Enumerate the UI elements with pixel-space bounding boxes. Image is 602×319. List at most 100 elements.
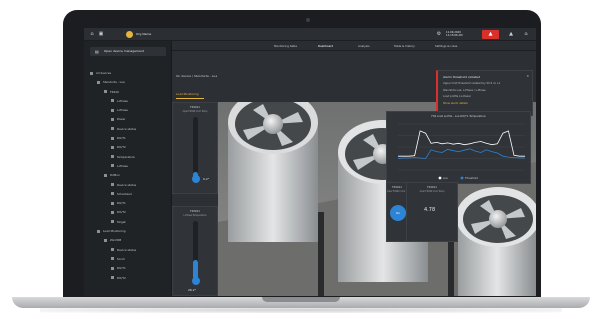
value-card[interactable]: F49401 Oper.F4940 Cool Temp 4.78 (406, 182, 458, 242)
folder-icon: ▤ (95, 49, 99, 54)
sensor-icon (111, 164, 114, 168)
value-readout: 4.78 (424, 207, 436, 213)
sidebar-item[interactable]: Load Monitoring (84, 227, 172, 236)
tab-bar: Monitoring table Dashboard Analysis Table &… (172, 41, 536, 51)
sidebar-item[interactable]: L-Phase (84, 162, 172, 171)
sidebar-item[interactable]: D2Mon (84, 171, 172, 180)
alarm-title: Alarm threshold violated (443, 75, 480, 79)
sidebar-item[interactable]: Temperature (84, 153, 172, 162)
sidebar-item-label: Target (117, 219, 126, 224)
legend-marker (460, 176, 464, 180)
folder-icon (104, 238, 107, 242)
sidebar-item-label: F4940 (110, 89, 119, 94)
sensor-icon (111, 266, 114, 270)
card-subtitle: Oper.F4940 Cool Temp (182, 110, 208, 113)
laptop-notch (262, 297, 340, 302)
legend-label[interactable]: Lua (443, 176, 448, 180)
tab-1[interactable]: Dashboard (318, 41, 333, 51)
sidebar-item[interactable]: DO/T2 (84, 143, 172, 152)
alarm-popup[interactable]: Alarm threshold violated ✕ Upper limit t… (436, 70, 533, 116)
thermometer-bulb (191, 277, 200, 285)
sidebar-item-label: D2Mon (110, 173, 120, 178)
folder-icon (90, 71, 93, 75)
device-tree: All devices Standorte - Lua F4940 L-Phase L-… (84, 69, 172, 283)
sidebar-item[interactable]: Power (84, 115, 172, 124)
sidebar-item[interactable]: ZG1308 (84, 236, 172, 245)
sidebar-item[interactable]: Scheduled (84, 190, 172, 199)
sidebar-item-label: Power (117, 117, 126, 122)
sidebar-item-label: Temperature (117, 154, 135, 159)
sidebar-item[interactable]: Device status (84, 246, 172, 255)
legend-label[interactable]: Threshold (465, 176, 478, 180)
sidebar-item[interactable]: All devices (84, 69, 172, 78)
breadcrumb[interactable]: On device / Standorte - Lua (176, 74, 217, 78)
sidebar-item-label: DO/T2 (117, 275, 126, 280)
sidebar-item[interactable]: DO/T1 (84, 199, 172, 208)
org-name[interactable]: Org Name (136, 32, 151, 36)
thermometer-value: 0.2° (203, 177, 210, 181)
card-title: F49401 (190, 210, 200, 213)
thermometer-tube (193, 221, 198, 281)
trend-chart-card[interactable]: F49 Load profile - Lua DO/T1 Temperature… (386, 111, 531, 184)
sidebar-item-label: L-Phase (117, 98, 128, 103)
sidebar-item-label: All devices (96, 71, 112, 75)
sidebar-item[interactable]: Scroll (84, 255, 172, 264)
org-logo[interactable] (126, 31, 133, 38)
folder-icon (97, 229, 100, 233)
sidebar-item[interactable]: DO/T2 (84, 208, 172, 217)
sidebar: ▤ Open device management All devices Stan… (84, 41, 172, 296)
close-icon[interactable]: ✕ (526, 74, 529, 78)
folder-icon (97, 80, 100, 84)
sidebar-item[interactable]: Target (84, 218, 172, 227)
tab-4[interactable]: Settings & rules (435, 41, 457, 51)
sidebar-item[interactable]: L-Phase (84, 106, 172, 115)
power-toggle-button[interactable]: On (390, 205, 406, 221)
sidebar-item-label: DO/T2 (117, 210, 126, 215)
thermometer-value: 26.2° (188, 288, 197, 292)
settings-icon[interactable]: ⚙ (436, 31, 442, 37)
alarm-bell-button[interactable]: ▲ (482, 30, 499, 39)
tab-3[interactable]: Table & history (394, 41, 415, 51)
sidebar-item-label: Device status (117, 247, 137, 252)
sidebar-item[interactable]: Device status (84, 125, 172, 134)
grid-icon[interactable]: ⌂ (523, 31, 529, 37)
card-subtitle: L-Phase Temperature (183, 214, 207, 217)
app-screen: ⌂ ▣ Org Name ⚙ 11.09.2020 11:15:06 AM ▲ … (84, 28, 536, 296)
sidebar-item[interactable]: DO/T1 (84, 134, 172, 143)
sidebar-item[interactable]: F4940 (84, 88, 172, 97)
alarm-details-link[interactable]: Show alarm details (443, 102, 468, 105)
card-title: F49401 (427, 186, 437, 189)
sidebar-item[interactable]: Device status (84, 181, 172, 190)
series-line (398, 130, 525, 157)
home-icon[interactable]: ⌂ (89, 31, 95, 37)
sensor-icon (111, 136, 114, 140)
alarm-line: Load profile L1-Power (443, 95, 471, 98)
sidebar-item[interactable]: L-Phase (84, 97, 172, 106)
thermometer-card-1[interactable]: F49401 Oper.F4940 Cool Temp 0.2° (172, 102, 218, 194)
sidebar-item[interactable]: DO/T2 (84, 274, 172, 283)
camera-dot (306, 18, 310, 22)
user-icon[interactable]: ▲ (508, 31, 514, 37)
tab-2[interactable]: Analysis (358, 41, 370, 51)
subtab-load-monitoring[interactable]: Load Monitoring (176, 92, 199, 96)
sidebar-item-label: Scroll (117, 256, 125, 261)
top-bar: ⌂ ▣ Org Name ⚙ 11.09.2020 11:15:06 AM ▲ … (84, 28, 536, 41)
sidebar-item[interactable]: Standorte - Lua (84, 78, 172, 87)
sensor-icon (111, 201, 114, 205)
time-text: 11:15:06 AM (446, 34, 463, 38)
card-subtitle: Oper.F4940 Cool Temp (387, 190, 412, 193)
sidebar-item[interactable]: DO/T1 (84, 264, 172, 273)
thermometer-card-2[interactable]: F49401 L-Phase Temperature 26.2° (172, 206, 218, 296)
sensor-icon (111, 117, 114, 121)
sensor-icon (111, 192, 114, 196)
sensor-icon (111, 155, 114, 159)
sidebar-item-label: DO/T1 (117, 266, 126, 271)
open-device-management-button[interactable]: ▤ Open device management (90, 47, 166, 56)
dashboard-icon[interactable]: ▣ (98, 31, 104, 37)
sensor-icon (111, 183, 114, 187)
thermometer-tube (193, 117, 198, 179)
card-title: F49401 (392, 186, 402, 189)
sidebar-item-label: Load Monitoring (103, 229, 126, 234)
tab-0[interactable]: Monitoring table (274, 41, 297, 51)
sidebar-item-label: DO/T2 (117, 145, 126, 150)
